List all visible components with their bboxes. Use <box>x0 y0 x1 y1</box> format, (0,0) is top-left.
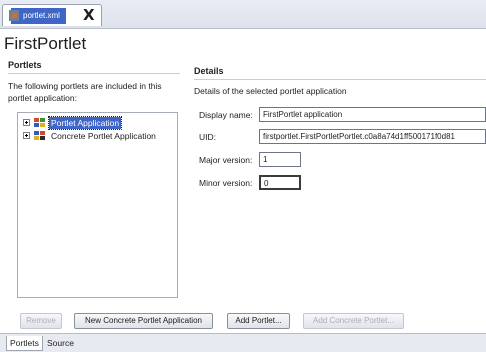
portlets-heading-rule <box>8 73 180 74</box>
form-title: FirstPortlet <box>4 34 87 53</box>
expand-icon[interactable] <box>23 119 30 126</box>
portlets-heading: Portlets <box>8 60 42 70</box>
add-concrete-portlet-button[interactable]: Add Concrete Portlet... <box>303 313 404 329</box>
details-description: Details of the selected portlet applicat… <box>194 86 347 96</box>
tab-portlets[interactable]: Portlets <box>6 336 43 351</box>
remove-button[interactable]: Remove <box>20 313 62 329</box>
expand-icon[interactable] <box>23 132 30 139</box>
page-tabs: Portlets Source <box>0 333 486 352</box>
major-version-label: Major version: <box>199 155 253 165</box>
tree-item-label[interactable]: Concrete Portlet Application <box>49 130 158 142</box>
xml-file-icon <box>9 10 19 21</box>
uid-field[interactable]: firstportlet.FirstPortletPortlet.c0a8a74… <box>259 129 486 144</box>
uid-label: UID: <box>199 132 216 142</box>
tree-item-label[interactable]: Portlet Application <box>47 116 123 130</box>
minor-version-field[interactable]: 0 <box>259 175 301 190</box>
major-version-field[interactable]: 1 <box>259 152 301 167</box>
add-portlet-button[interactable]: Add Portlet... <box>227 313 290 329</box>
portlets-intro-text: The following portlets are included in t… <box>8 81 162 103</box>
editor-tab[interactable]: portlet.xml X <box>2 4 102 26</box>
close-icon[interactable]: X <box>83 7 95 24</box>
minor-version-label: Minor version: <box>199 178 253 188</box>
portlets-tree[interactable]: Portlet Application Concrete Portlet App… <box>17 112 178 298</box>
details-heading-rule <box>194 79 486 80</box>
new-concrete-portlet-application-button[interactable]: New Concrete Portlet Application <box>74 313 213 329</box>
editor-tab-bar: portlet.xml X <box>0 0 486 29</box>
portlet-application-icon <box>34 118 45 128</box>
editor-tab-label[interactable]: portlet.xml <box>11 8 66 24</box>
details-heading: Details <box>194 66 224 76</box>
display-name-label: Display name: <box>199 110 253 120</box>
display-name-field[interactable]: FirstPortlet application <box>259 107 486 122</box>
tab-source[interactable]: Source <box>44 336 77 350</box>
concrete-portlet-icon <box>34 131 45 141</box>
